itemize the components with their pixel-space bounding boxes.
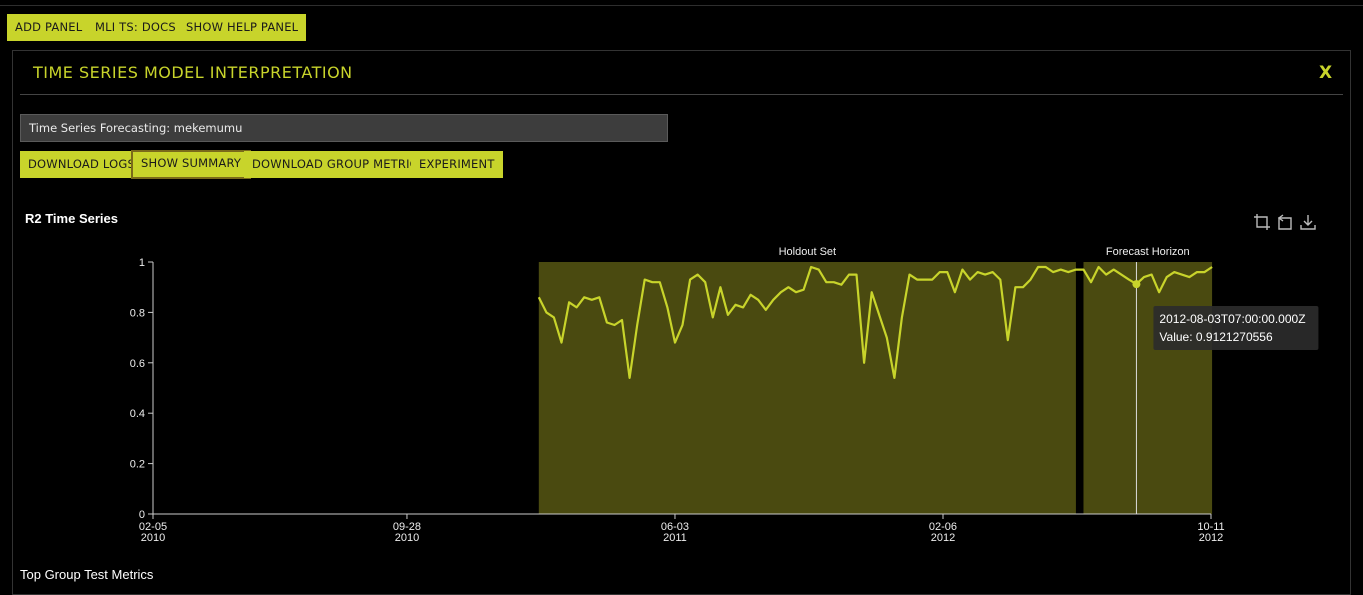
y-tick-label: 0.6 — [130, 358, 145, 370]
y-tick-label: 1 — [139, 257, 145, 269]
x-tick-label: 2010 — [395, 532, 419, 544]
x-tick-label: 2011 — [663, 532, 687, 544]
y-tick-label: 0 — [139, 509, 145, 521]
y-tick-label: 0.2 — [130, 459, 145, 471]
region-label: Holdout Set — [779, 246, 836, 258]
x-tick-label: 2010 — [141, 532, 165, 544]
r2-time-series-chart[interactable]: Holdout Set Forecast Horizon 0 0.2 0.4 0.6 0.8… — [0, 0, 1363, 586]
region-label: Forecast Horizon — [1106, 246, 1190, 258]
section-title: Top Group Test Metrics — [20, 567, 154, 582]
x-tick-label: 2012 — [931, 532, 955, 544]
region-band — [1083, 262, 1213, 514]
y-tick-label: 0.4 — [130, 408, 145, 420]
tooltip-date: 2012-08-03T07:00:00.000Z — [1159, 312, 1305, 326]
y-tick-label: 0.8 — [130, 307, 145, 319]
region-band — [538, 262, 1076, 514]
x-tick-label: 2012 — [1199, 532, 1223, 544]
hover-point — [1132, 280, 1141, 289]
tooltip-value: Value: 0.9121270556 — [1159, 330, 1273, 344]
